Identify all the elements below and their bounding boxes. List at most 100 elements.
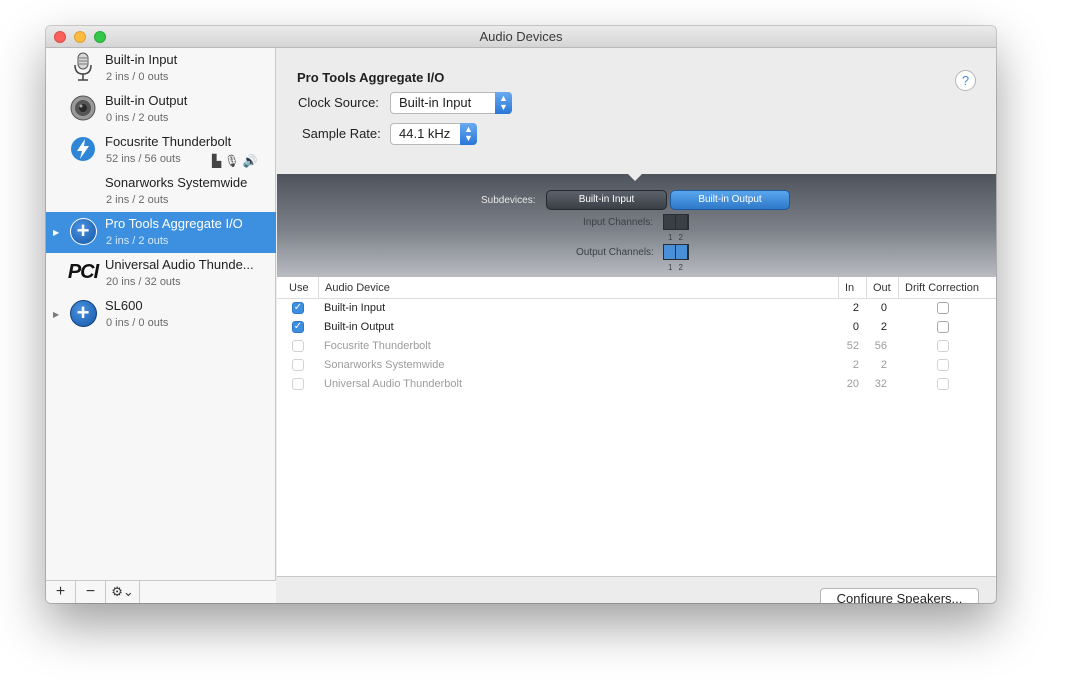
table-row[interactable]: ✓ Built-in Output 0 2 — [277, 318, 996, 337]
aggregate-plus-icon: + — [68, 216, 98, 246]
table-row[interactable]: Sonarworks Systemwide 2 2 — [277, 356, 996, 375]
in-count-cell: 20 — [846, 378, 859, 390]
chevron-updown-icon: ▲ ▼ — [460, 123, 477, 145]
out-count-cell: 56 — [874, 340, 887, 352]
in-count-cell: 52 — [846, 340, 859, 352]
input-channels-label: Input Channels: — [583, 217, 654, 228]
device-name: Pro Tools Aggregate I/O — [105, 216, 243, 231]
drift-correction-checkbox[interactable] — [937, 378, 949, 390]
title-bar[interactable]: Audio Devices — [46, 26, 996, 48]
subdevice-built-in-output[interactable]: Built-in Output — [670, 190, 790, 210]
device-name-cell: Built-in Output — [324, 321, 394, 333]
col-drift-correction[interactable]: Drift Correction — [899, 277, 996, 299]
device-item-focusrite-thunderbolt[interactable]: Focusrite Thunderbolt 52 ins / 56 outs ▙… — [46, 130, 276, 171]
use-checkbox[interactable] — [292, 378, 304, 390]
subdevice-table: Use Audio Device In Out Drift Correction… — [277, 277, 996, 577]
device-name: Focusrite Thunderbolt — [105, 134, 232, 149]
device-name: Built-in Output — [105, 93, 188, 108]
device-name: Built-in Input — [105, 52, 178, 67]
subdevices-label: Subdevices: — [481, 195, 536, 206]
close-window-button[interactable] — [54, 31, 66, 43]
subdevices-panel: Subdevices: Built-in Input Built-in Outp… — [277, 173, 996, 277]
remove-device-button[interactable]: − — [76, 581, 106, 603]
disclosure-triangle-icon[interactable]: ▶ — [53, 310, 59, 319]
pci-icon: PCI — [67, 257, 99, 287]
device-name-cell: Universal Audio Thunderbolt — [324, 378, 462, 390]
clock-source-popup[interactable]: Built-in Input ▲ ▼ — [390, 92, 512, 114]
device-io-count: 2 ins / 2 outs — [106, 235, 169, 247]
device-name: SL600 — [105, 298, 143, 313]
device-item-built-in-output[interactable]: Built-in Output 0 ins / 2 outs — [46, 89, 276, 130]
table-row[interactable]: Universal Audio Thunderbolt 20 32 — [277, 375, 996, 394]
disclosure-triangle-icon[interactable]: ▶ — [53, 228, 59, 237]
out-count-cell: 2 — [880, 321, 887, 333]
subdevice-built-in-input[interactable]: Built-in Input — [546, 190, 667, 210]
device-name: Universal Audio Thunde... — [105, 257, 254, 272]
col-use[interactable]: Use — [283, 277, 319, 299]
speaker-small-icon: 🔊 — [242, 154, 261, 168]
device-detail-pane: Pro Tools Aggregate I/O ? Clock Source: … — [277, 48, 996, 603]
in-count-cell: 2 — [852, 302, 859, 314]
out-count-cell: 2 — [880, 359, 887, 371]
device-item-sonarworks[interactable]: Sonarworks Systemwide 2 ins / 2 outs — [46, 171, 276, 212]
device-io-count: 0 ins / 0 outs — [106, 317, 169, 329]
aggregate-plus-icon: + — [68, 298, 98, 328]
device-item-sl600[interactable]: ▶ + SL600 0 ins / 0 outs — [46, 294, 276, 335]
finder-icon: ▙ — [212, 154, 225, 168]
device-io-count: 52 ins / 56 outs — [106, 153, 181, 165]
col-audio-device[interactable]: Audio Device — [319, 277, 839, 299]
device-sidebar: Built-in Input 2 ins / 0 outs Built-in O… — [46, 48, 276, 603]
minimize-window-button[interactable] — [74, 31, 86, 43]
device-item-pro-tools-aggregate[interactable]: ▶ + Pro Tools Aggregate I/O 2 ins / 2 ou… — [46, 212, 276, 253]
sample-rate-label: Sample Rate: — [302, 126, 381, 141]
device-io-count: 2 ins / 0 outs — [106, 71, 169, 83]
table-row[interactable]: ✓ Built-in Input 2 0 — [277, 299, 996, 318]
use-checkbox[interactable]: ✓ — [292, 302, 304, 314]
col-in[interactable]: In — [839, 277, 867, 299]
input-channels-grid[interactable] — [663, 214, 689, 230]
chevron-updown-icon: ▲ ▼ — [495, 92, 512, 114]
output-channels-grid[interactable] — [663, 244, 689, 260]
clock-source-value: Built-in Input — [399, 95, 472, 110]
gear-menu-button[interactable]: ⚙⌄ — [106, 581, 140, 603]
use-checkbox[interactable] — [292, 359, 304, 371]
device-title: Pro Tools Aggregate I/O — [297, 70, 445, 85]
audio-devices-window: Audio Devices Built-in Input 2 ins / 0 o… — [46, 26, 996, 603]
device-name-cell: Sonarworks Systemwide — [324, 359, 445, 371]
mic-small-icon: 🎙 — [224, 154, 243, 168]
output-channels-label: Output Channels: — [576, 247, 654, 258]
sample-rate-value: 44.1 kHz — [399, 126, 451, 141]
device-name: Sonarworks Systemwide — [105, 175, 248, 190]
table-header: Use Audio Device In Out Drift Correction — [277, 277, 996, 299]
configure-speakers-button[interactable]: Configure Speakers... — [820, 588, 979, 603]
output-channel-numbers: 12 — [668, 263, 689, 272]
pci-logo: PCI — [67, 260, 99, 283]
zoom-window-button[interactable] — [94, 31, 106, 43]
microphone-icon — [68, 52, 98, 82]
drift-correction-checkbox[interactable] — [937, 359, 949, 371]
speaker-icon — [68, 93, 98, 123]
device-io-count: 0 ins / 2 outs — [106, 112, 169, 124]
sidebar-toolbar: + − ⚙⌄ — [46, 580, 276, 603]
device-name-cell: Focusrite Thunderbolt — [324, 340, 431, 352]
use-checkbox[interactable]: ✓ — [292, 321, 304, 333]
help-button[interactable]: ? — [955, 70, 976, 91]
window-title: Audio Devices — [479, 29, 563, 44]
device-io-count: 20 ins / 32 outs — [106, 276, 181, 288]
col-out[interactable]: Out — [867, 277, 899, 299]
device-item-universal-audio[interactable]: PCI Universal Audio Thunde... 20 ins / 3… — [46, 253, 276, 294]
in-count-cell: 0 — [852, 321, 859, 333]
input-channel-numbers: 12 — [668, 233, 689, 242]
sample-rate-popup[interactable]: 44.1 kHz ▲ ▼ — [390, 123, 477, 145]
device-item-built-in-input[interactable]: Built-in Input 2 ins / 0 outs — [46, 48, 276, 89]
clock-source-label: Clock Source: — [298, 95, 379, 110]
table-row[interactable]: Focusrite Thunderbolt 52 56 — [277, 337, 996, 356]
out-count-cell: 0 — [880, 302, 887, 314]
drift-correction-checkbox[interactable] — [937, 321, 949, 333]
device-io-count: 2 ins / 2 outs — [106, 194, 169, 206]
use-checkbox[interactable] — [292, 340, 304, 352]
device-name-cell: Built-in Input — [324, 302, 386, 314]
add-device-button[interactable]: + — [46, 581, 76, 603]
drift-correction-checkbox[interactable] — [937, 340, 949, 352]
drift-correction-checkbox[interactable] — [937, 302, 949, 314]
